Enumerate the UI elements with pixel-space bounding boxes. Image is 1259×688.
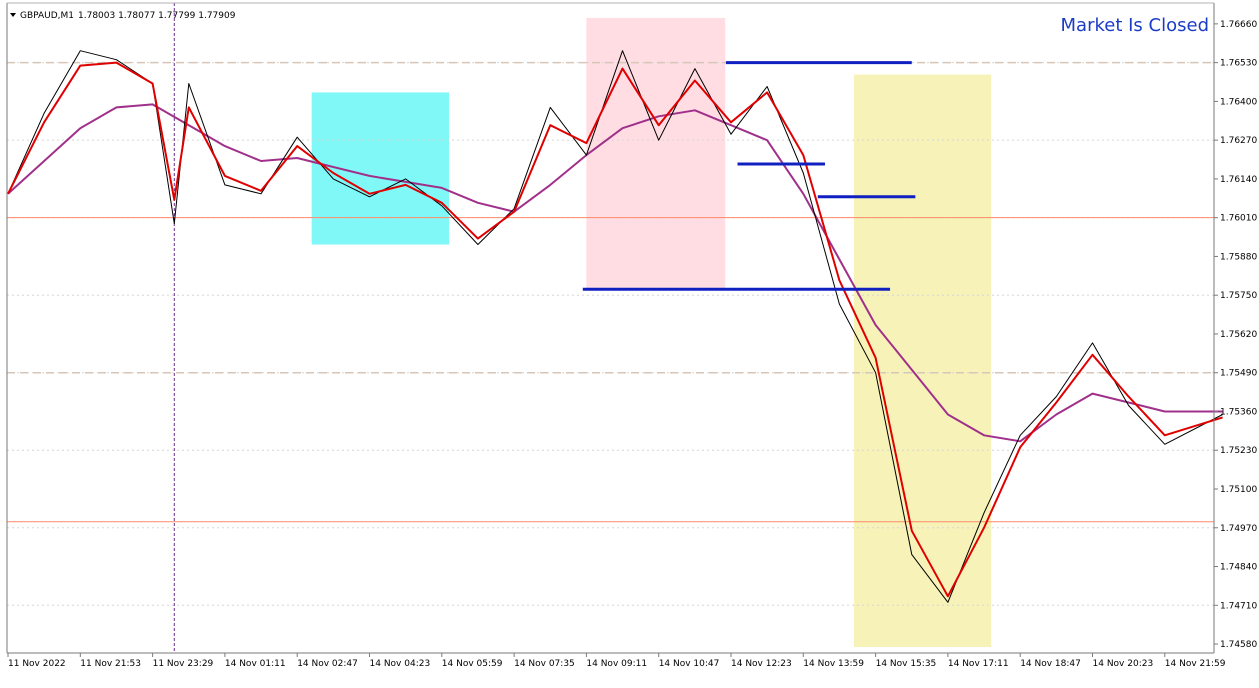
x-tick-label: 14 Nov 04:23 <box>370 659 431 669</box>
y-tick-label: 1.74970 <box>1220 524 1257 534</box>
y-tick-label: 1.76660 <box>1220 20 1257 30</box>
x-tick-label: 14 Nov 17:11 <box>948 659 1009 669</box>
highlight-zone <box>586 17 726 290</box>
x-tick-label: 14 Nov 01:11 <box>225 659 286 669</box>
x-tick-label: 14 Nov 18:47 <box>1020 659 1081 669</box>
y-tick-label: 1.76140 <box>1220 175 1257 185</box>
y-tick-label: 1.74580 <box>1220 640 1257 650</box>
y-tick-label: 1.75880 <box>1220 252 1257 262</box>
price-chart[interactable]: 1.76660 1.76530 1.76400 1.76270 1.76140 1.760… <box>0 0 1259 688</box>
y-tick-label: 1.76270 <box>1220 136 1257 146</box>
x-tick-label: 14 Nov 09:11 <box>586 659 647 669</box>
x-tick-label: 14 Nov 21:59 <box>1165 659 1226 669</box>
ohlc-values: 1.78003 1.78077 1.77799 1.77909 <box>78 11 236 21</box>
y-tick-label: 1.76530 <box>1220 59 1257 69</box>
highlight-zone <box>311 92 450 245</box>
x-tick-label: 14 Nov 02:47 <box>297 659 358 669</box>
x-tick-label: 11 Nov 23:29 <box>153 659 214 669</box>
y-tick-label: 1.75100 <box>1220 485 1257 495</box>
y-tick-label: 1.75750 <box>1220 291 1257 301</box>
y-tick-label: 1.74840 <box>1220 563 1257 573</box>
market-status-text: Market Is Closed <box>1061 15 1209 36</box>
x-tick-label: 14 Nov 10:47 <box>659 659 720 669</box>
x-tick-label: 14 Nov 20:23 <box>1093 659 1154 669</box>
x-tick-label: 14 Nov 13:59 <box>803 659 864 669</box>
y-tick-label: 1.76010 <box>1220 214 1257 224</box>
symbol-label: GBPAUD,M1 <box>20 11 74 21</box>
y-tick-label: 1.75490 <box>1220 369 1257 379</box>
y-tick-label: 1.75620 <box>1220 330 1257 340</box>
x-tick-label: 14 Nov 05:59 <box>442 659 503 669</box>
y-tick-label: 1.74710 <box>1220 601 1257 611</box>
y-tick-label: 1.75230 <box>1220 446 1257 456</box>
symbol-header: GBPAUD,M1 1.78003 1.78077 1.77799 1.7790… <box>10 11 236 21</box>
highlight-zone <box>853 74 992 648</box>
y-tick-label: 1.75360 <box>1220 407 1257 417</box>
y-tick-label: 1.76400 <box>1220 97 1257 107</box>
x-tick-label: 11 Nov 2022 <box>8 659 66 669</box>
x-tick-label: 14 Nov 15:35 <box>876 659 937 669</box>
x-tick-label: 11 Nov 21:53 <box>80 659 141 669</box>
x-tick-label: 14 Nov 12:23 <box>731 659 792 669</box>
x-tick-label: 14 Nov 07:35 <box>514 659 575 669</box>
